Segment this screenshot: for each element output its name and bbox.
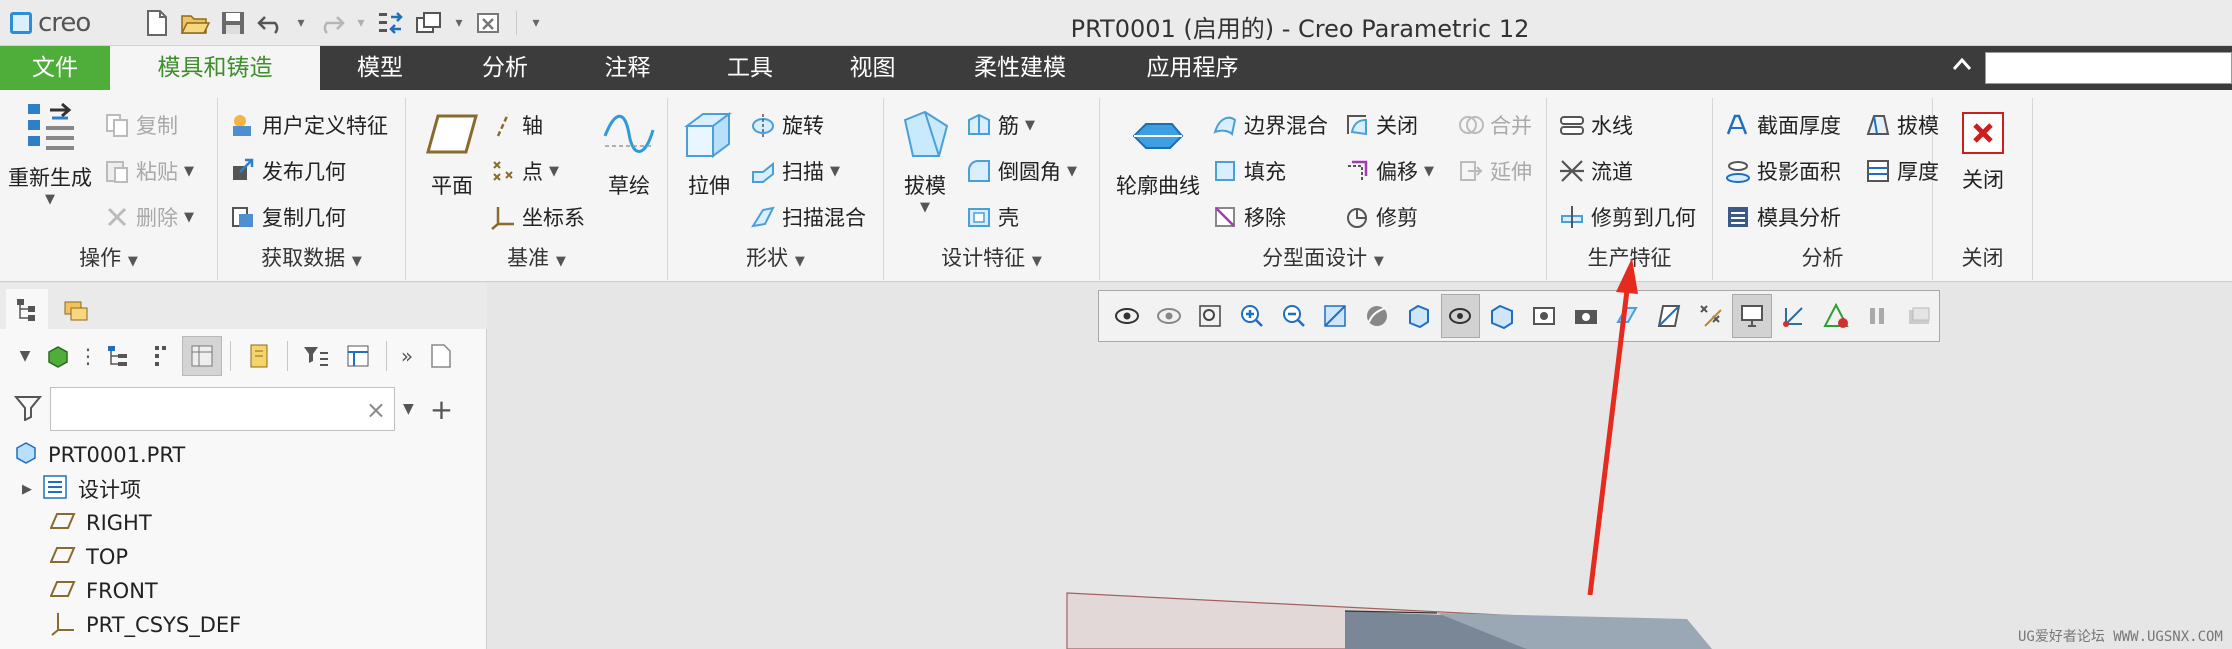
annotation-arrow-icon <box>1587 258 1638 596</box>
watermark-text: UG爱好者论坛 WWW.UGSNX.COM <box>2018 629 2223 645</box>
